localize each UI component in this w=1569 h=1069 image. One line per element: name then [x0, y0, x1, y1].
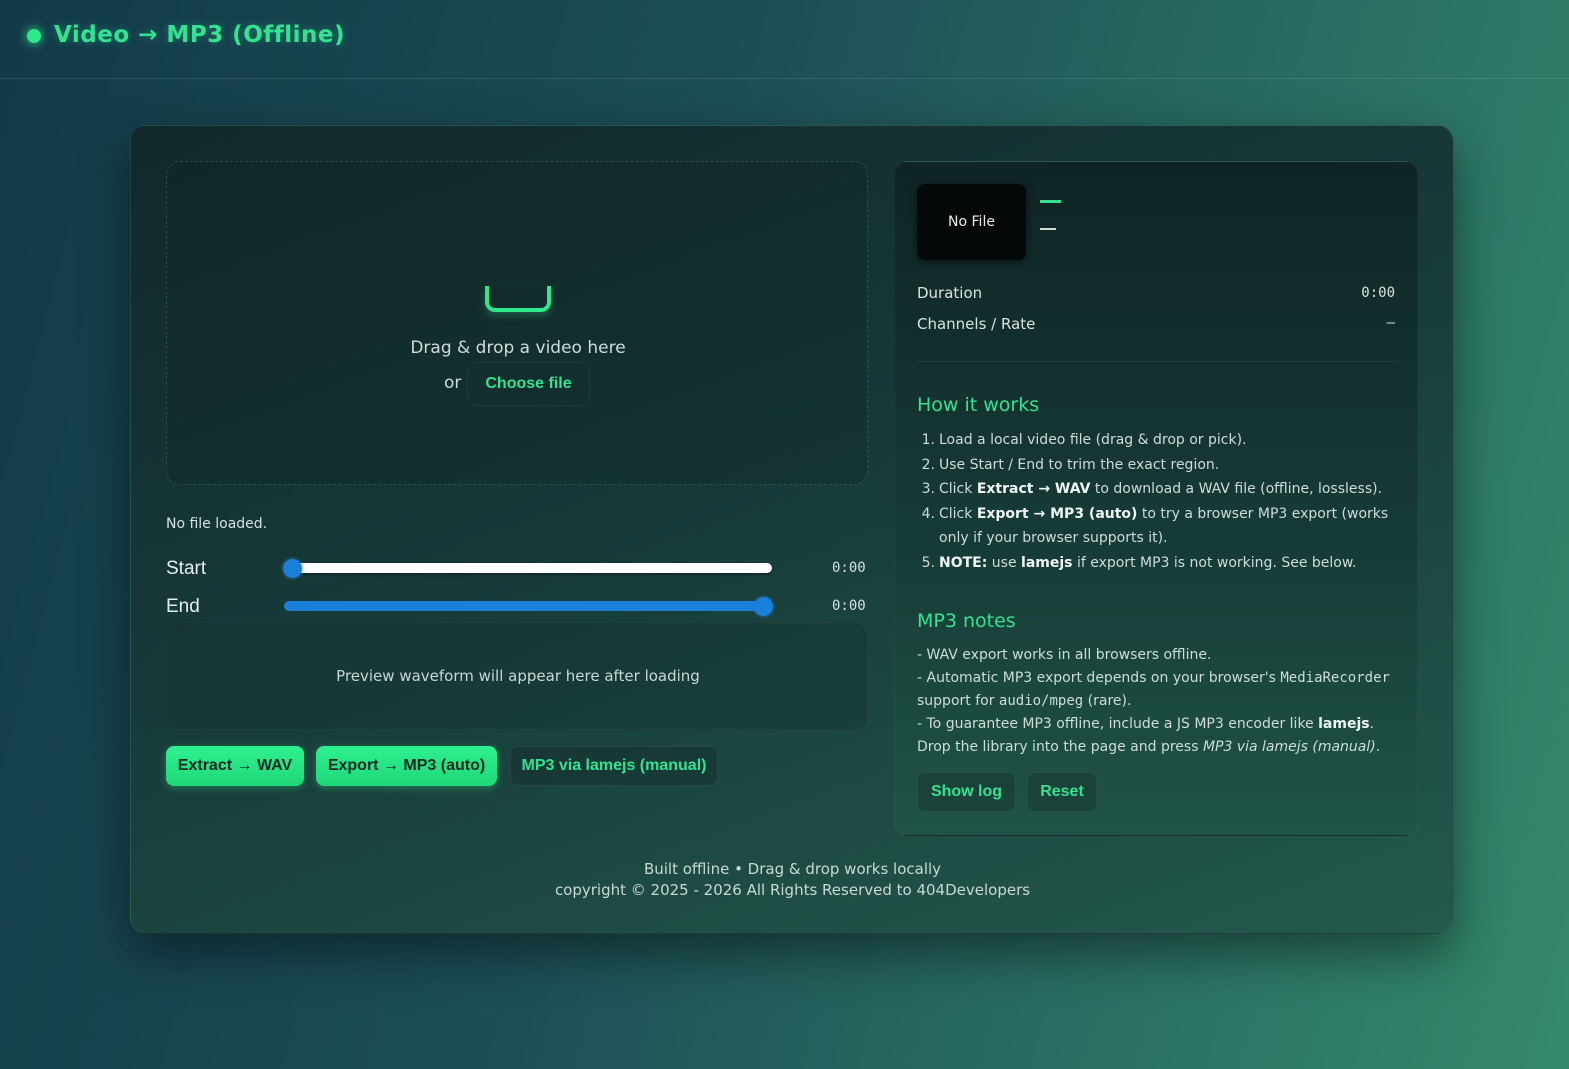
mp3-notes-text: - WAV export works in all browsers offli… [917, 647, 1390, 755]
file-name-placeholder [1040, 200, 1061, 203]
end-value: 0:00 [832, 598, 866, 614]
start-slider-thumb[interactable] [283, 559, 302, 578]
start-slider[interactable] [284, 563, 772, 573]
show-log-button[interactable]: Show log [917, 772, 1016, 812]
how-it-works-title: How it works [917, 394, 1040, 416]
step-item: 5. NOTE: use lamejs if export MP3 is not… [921, 554, 1357, 571]
info-panel: No File Duration 0:00 Channels / Rate – … [894, 161, 1418, 836]
channels-rate-value: – [1386, 315, 1395, 331]
start-label: Start [166, 558, 207, 579]
step-item: 4. Click Export → MP3 (auto) to try a br… [921, 505, 1389, 547]
video-thumbnail: No File [917, 184, 1026, 260]
waveform-placeholder: Preview waveform will appear here after … [336, 667, 700, 685]
waveform-preview: Preview waveform will appear here after … [166, 622, 868, 730]
status-dot-icon [27, 29, 41, 43]
duration-value: 0:00 [1361, 285, 1395, 301]
step-item: 3. Click Extract → WAV to download a WAV… [921, 481, 1383, 497]
duration-label: Duration [917, 284, 983, 302]
end-slider-thumb[interactable] [754, 597, 773, 616]
reset-button[interactable]: Reset [1027, 772, 1097, 812]
extract-wav-button[interactable]: Extract → WAV [166, 746, 304, 786]
step-item: 2. Use Start / End to trim the exact reg… [921, 456, 1220, 473]
how-it-works-list: 1. Load a local video file (drag & drop … [917, 428, 1397, 575]
mp3-notes-title: MP3 notes [917, 610, 1016, 632]
top-bar: Video → MP3 (Offline) [0, 0, 1569, 79]
file-status: No file loaded. [166, 516, 268, 532]
footer-copyright: copyright © 2025 - 2026 All Rights Reser… [554, 881, 1031, 899]
tray-icon [485, 286, 551, 312]
start-value: 0:00 [832, 560, 866, 576]
end-slider[interactable] [284, 601, 764, 611]
choose-file-button[interactable]: Choose file [467, 362, 590, 406]
app-title: Video → MP3 (Offline) [54, 22, 346, 48]
main-card: Drag & drop a video here or Choose file … [130, 125, 1453, 934]
dropzone-or-label: or [444, 373, 462, 393]
lamejs-mp3-button[interactable]: MP3 via lamejs (manual) [510, 746, 718, 786]
divider [917, 361, 1397, 362]
export-mp3-button[interactable]: Export → MP3 (auto) [316, 746, 497, 786]
dropzone-prompt: Drag & drop a video here [410, 338, 626, 358]
dropzone[interactable]: Drag & drop a video here or Choose file [166, 161, 868, 485]
channels-rate-label: Channels / Rate [917, 315, 1036, 333]
step-item: 1. Load a local video file (drag & drop … [921, 432, 1247, 448]
footer-tagline: Built offline • Drag & drop works locall… [643, 860, 942, 878]
end-label: End [166, 596, 200, 617]
file-meta-placeholder [1040, 228, 1056, 230]
